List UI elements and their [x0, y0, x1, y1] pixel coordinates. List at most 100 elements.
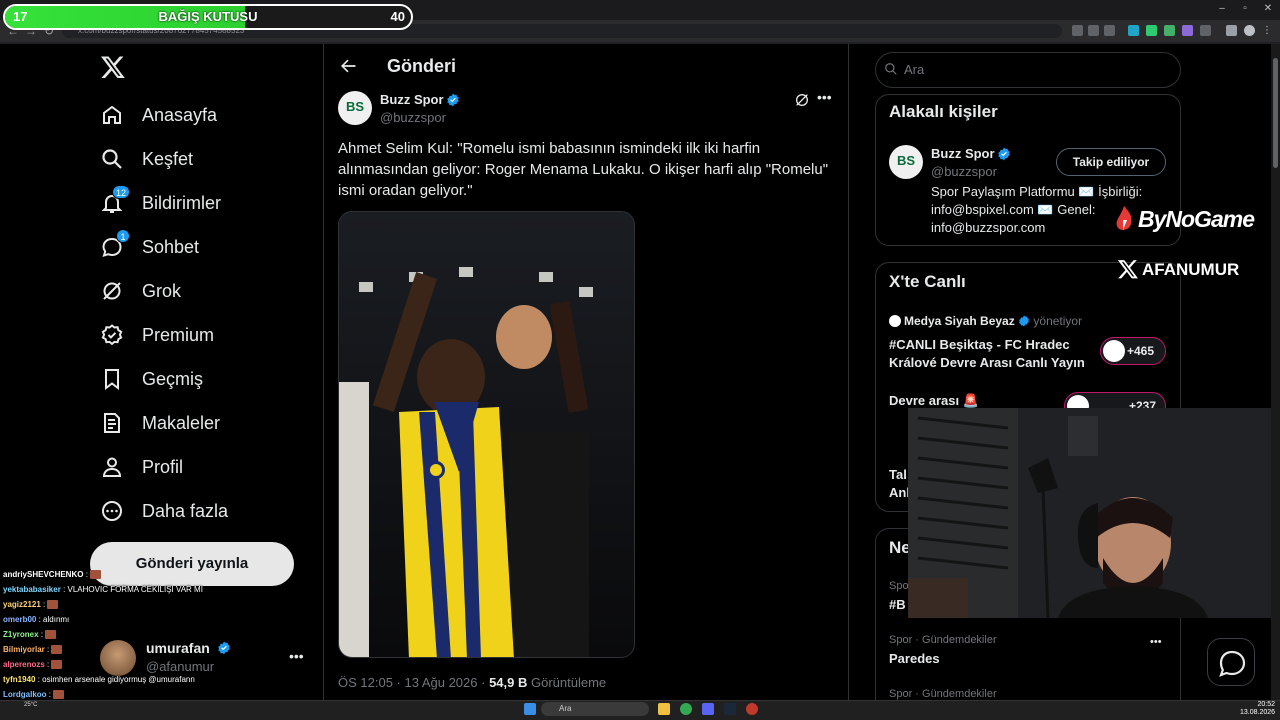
trend-name[interactable]: Paredes — [889, 651, 940, 666]
chat-message: Z1yronex : — [3, 630, 57, 640]
nav-item-label: Anasayfa — [142, 104, 218, 125]
live-item-subtitle: Anl — [889, 485, 910, 500]
post-author-name[interactable]: Buzz Spor — [380, 92, 444, 107]
post-image[interactable] — [338, 211, 635, 658]
clock-time: 20:52 — [1257, 701, 1276, 708]
steam-icon[interactable] — [724, 703, 736, 715]
nav-item-home[interactable]: Anasayfa — [100, 97, 217, 133]
avatar-text: BS — [896, 153, 916, 168]
star-icon[interactable] — [1104, 25, 1115, 36]
chat-username[interactable]: yagiz2121 — [3, 600, 41, 609]
minimize-icon[interactable]: – — [1214, 2, 1230, 16]
post-author-avatar[interactable]: BS — [338, 91, 372, 125]
install-icon[interactable] — [1088, 25, 1099, 36]
chat-username[interactable]: tyfn1940 — [3, 675, 35, 684]
extension-icon[interactable] — [1182, 25, 1193, 36]
following-button[interactable]: Takip ediliyor — [1056, 148, 1166, 176]
nav-item-bookmark[interactable]: Geçmiş — [100, 361, 203, 397]
chat-username[interactable]: yektababasiker — [3, 585, 61, 594]
chat-text: : — [47, 660, 50, 669]
post-time[interactable]: ÖS 12:05 · 13 Ağu 2026 · — [338, 675, 489, 690]
trend-category: Spor · Gündemdekiler — [889, 634, 997, 646]
post-author-handle[interactable]: @buzzspor — [380, 110, 446, 125]
related-handle[interactable]: @buzzspor — [931, 164, 997, 179]
donation-end-value: 40 — [390, 9, 405, 24]
trend-category: Spor · Gündemdekiler — [889, 688, 997, 700]
nav-item-search[interactable]: Keşfet — [100, 141, 193, 177]
messages-button[interactable] — [1207, 638, 1255, 686]
bynogame-logo-icon — [1116, 206, 1132, 230]
extension-icon[interactable] — [1146, 25, 1157, 36]
chat-username[interactable]: omerb00 — [3, 615, 36, 624]
zoom-icon[interactable] — [1072, 25, 1083, 36]
x-logo-icon[interactable] — [100, 54, 126, 80]
post-more-icon[interactable]: ••• — [817, 89, 832, 105]
emote-icon — [45, 630, 57, 640]
live-host-role: yönetiyor — [1030, 314, 1083, 328]
live-item-title[interactable]: Tal — [889, 466, 907, 484]
nav-item-more-circle[interactable]: Daha fazla — [100, 493, 228, 529]
bynogame-logo: ByNoGame — [1138, 206, 1255, 232]
grok-icon[interactable] — [794, 92, 810, 108]
page-title: Gönderi — [387, 56, 457, 76]
discord-icon[interactable] — [702, 703, 714, 715]
scrollbar-thumb[interactable] — [1273, 58, 1278, 168]
related-avatar[interactable]: BS — [889, 145, 923, 179]
post-photo — [339, 212, 634, 657]
chat-username[interactable]: Bilmiyorlar — [3, 645, 45, 654]
chrome-icon[interactable] — [680, 703, 692, 715]
chat-icon: 1 — [100, 229, 130, 259]
trend-more-icon[interactable]: ••• — [1150, 636, 1162, 648]
nav-item-verified[interactable]: Premium — [100, 317, 214, 353]
menu-icon[interactable]: ⋮ — [1262, 25, 1273, 36]
donation-bar: 17 BAĞIŞ KUTUSU 40 — [3, 4, 413, 30]
post-views-label: Görüntüleme — [527, 675, 607, 690]
notification-badge: 1 — [116, 229, 130, 243]
chat-text: : — [85, 570, 88, 579]
chat-username[interactable]: andriySHEVCHENKO — [3, 570, 83, 579]
chat-text: : aldınmı — [38, 615, 70, 624]
webcam-feed — [908, 408, 1280, 618]
obs-icon[interactable] — [746, 703, 758, 715]
more-circle-icon — [100, 499, 124, 523]
emote-icon — [51, 660, 63, 670]
weather-widget[interactable]: 25°C — [24, 702, 37, 708]
clock[interactable]: 20:52 13.08.2026 — [1240, 701, 1275, 717]
trend-category: Spo — [889, 580, 909, 592]
chat-message: Bilmiyorlar : — [3, 645, 63, 655]
live-host[interactable]: Medya Siyah Beyaz yönetiyor — [889, 314, 1082, 328]
bell-icon: 12 — [100, 185, 130, 215]
profile-icon[interactable] — [1244, 25, 1255, 36]
chat-username[interactable]: Lordgalkoo — [3, 690, 47, 699]
restore-icon[interactable]: ▫ — [1237, 2, 1253, 16]
extension-icon[interactable] — [1164, 25, 1175, 36]
nav-item-chat[interactable]: 1 Sohbet — [100, 229, 199, 265]
live-item-title[interactable]: #CANLI Beşiktaş - FC Hradec Králové Devr… — [889, 336, 1089, 372]
search-icon — [100, 147, 124, 171]
puzzle-icon[interactable] — [1200, 25, 1211, 36]
nav-item-bell[interactable]: 12 Bildirimler — [100, 185, 221, 221]
extension-icon[interactable] — [1128, 25, 1139, 36]
live-join-pill[interactable]: +465 — [1100, 337, 1166, 365]
taskbar-search[interactable]: Ara — [541, 702, 649, 716]
close-icon[interactable]: ✕ — [1260, 2, 1276, 16]
emote-icon — [51, 645, 63, 655]
bookmark-icon — [100, 367, 124, 391]
x-brand-icon — [1117, 260, 1138, 279]
back-arrow-icon[interactable] — [338, 56, 358, 76]
nav-item-grok[interactable]: Grok — [100, 273, 181, 309]
chat-username[interactable]: alperenozs — [3, 660, 45, 669]
host-avatar — [889, 315, 901, 327]
nav-item-article[interactable]: Makaleler — [100, 405, 220, 441]
file-explorer-icon[interactable] — [658, 703, 670, 715]
sidebar-icon[interactable] — [1226, 25, 1237, 36]
verified-icon — [100, 323, 124, 347]
nav-item-person[interactable]: Profil — [100, 449, 183, 485]
chat-username[interactable]: Z1yronex — [3, 630, 39, 639]
chat-message: andriySHEVCHENKO : — [3, 570, 101, 580]
article-icon — [100, 411, 124, 435]
search-input[interactable]: Ara — [904, 62, 924, 77]
trend-name[interactable]: #B — [889, 597, 906, 612]
windows-start-icon[interactable] — [524, 703, 536, 715]
related-name[interactable]: Buzz Spor — [931, 146, 995, 161]
